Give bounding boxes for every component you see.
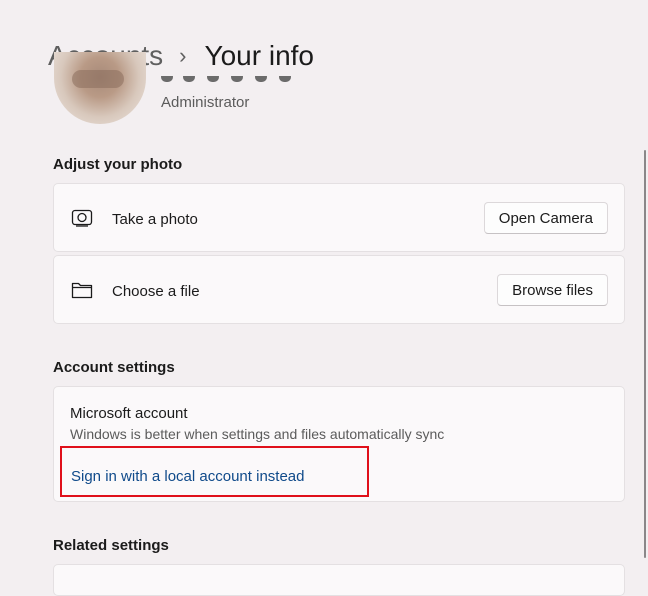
page-title: Your info [204,40,315,71]
camera-icon [71,209,93,227]
browse-files-button[interactable]: Browse files [497,274,608,306]
section-title-related-settings: Related settings [53,537,169,554]
choose-file-label: Choose a file [112,283,200,300]
folder-icon [71,282,93,299]
section-title-adjust-photo: Adjust your photo [53,156,183,173]
open-camera-button[interactable]: Open Camera [483,202,608,234]
user-role: Administrator [161,94,250,111]
highlight-box [60,446,369,497]
microsoft-account-description: Windows is better when settings and file… [70,426,445,442]
related-settings-card [53,564,625,596]
user-name-clipped [161,76,301,88]
take-photo-label: Take a photo [112,211,198,228]
microsoft-account-title: Microsoft account [70,405,188,422]
avatar [54,52,146,124]
take-photo-row: Take a photo Open Camera [53,183,625,252]
section-title-account-settings: Account settings [53,359,175,376]
choose-file-row: Choose a file Browse files [53,255,625,324]
scrollbar[interactable] [644,150,646,558]
chevron-right-icon: › [179,43,187,68]
